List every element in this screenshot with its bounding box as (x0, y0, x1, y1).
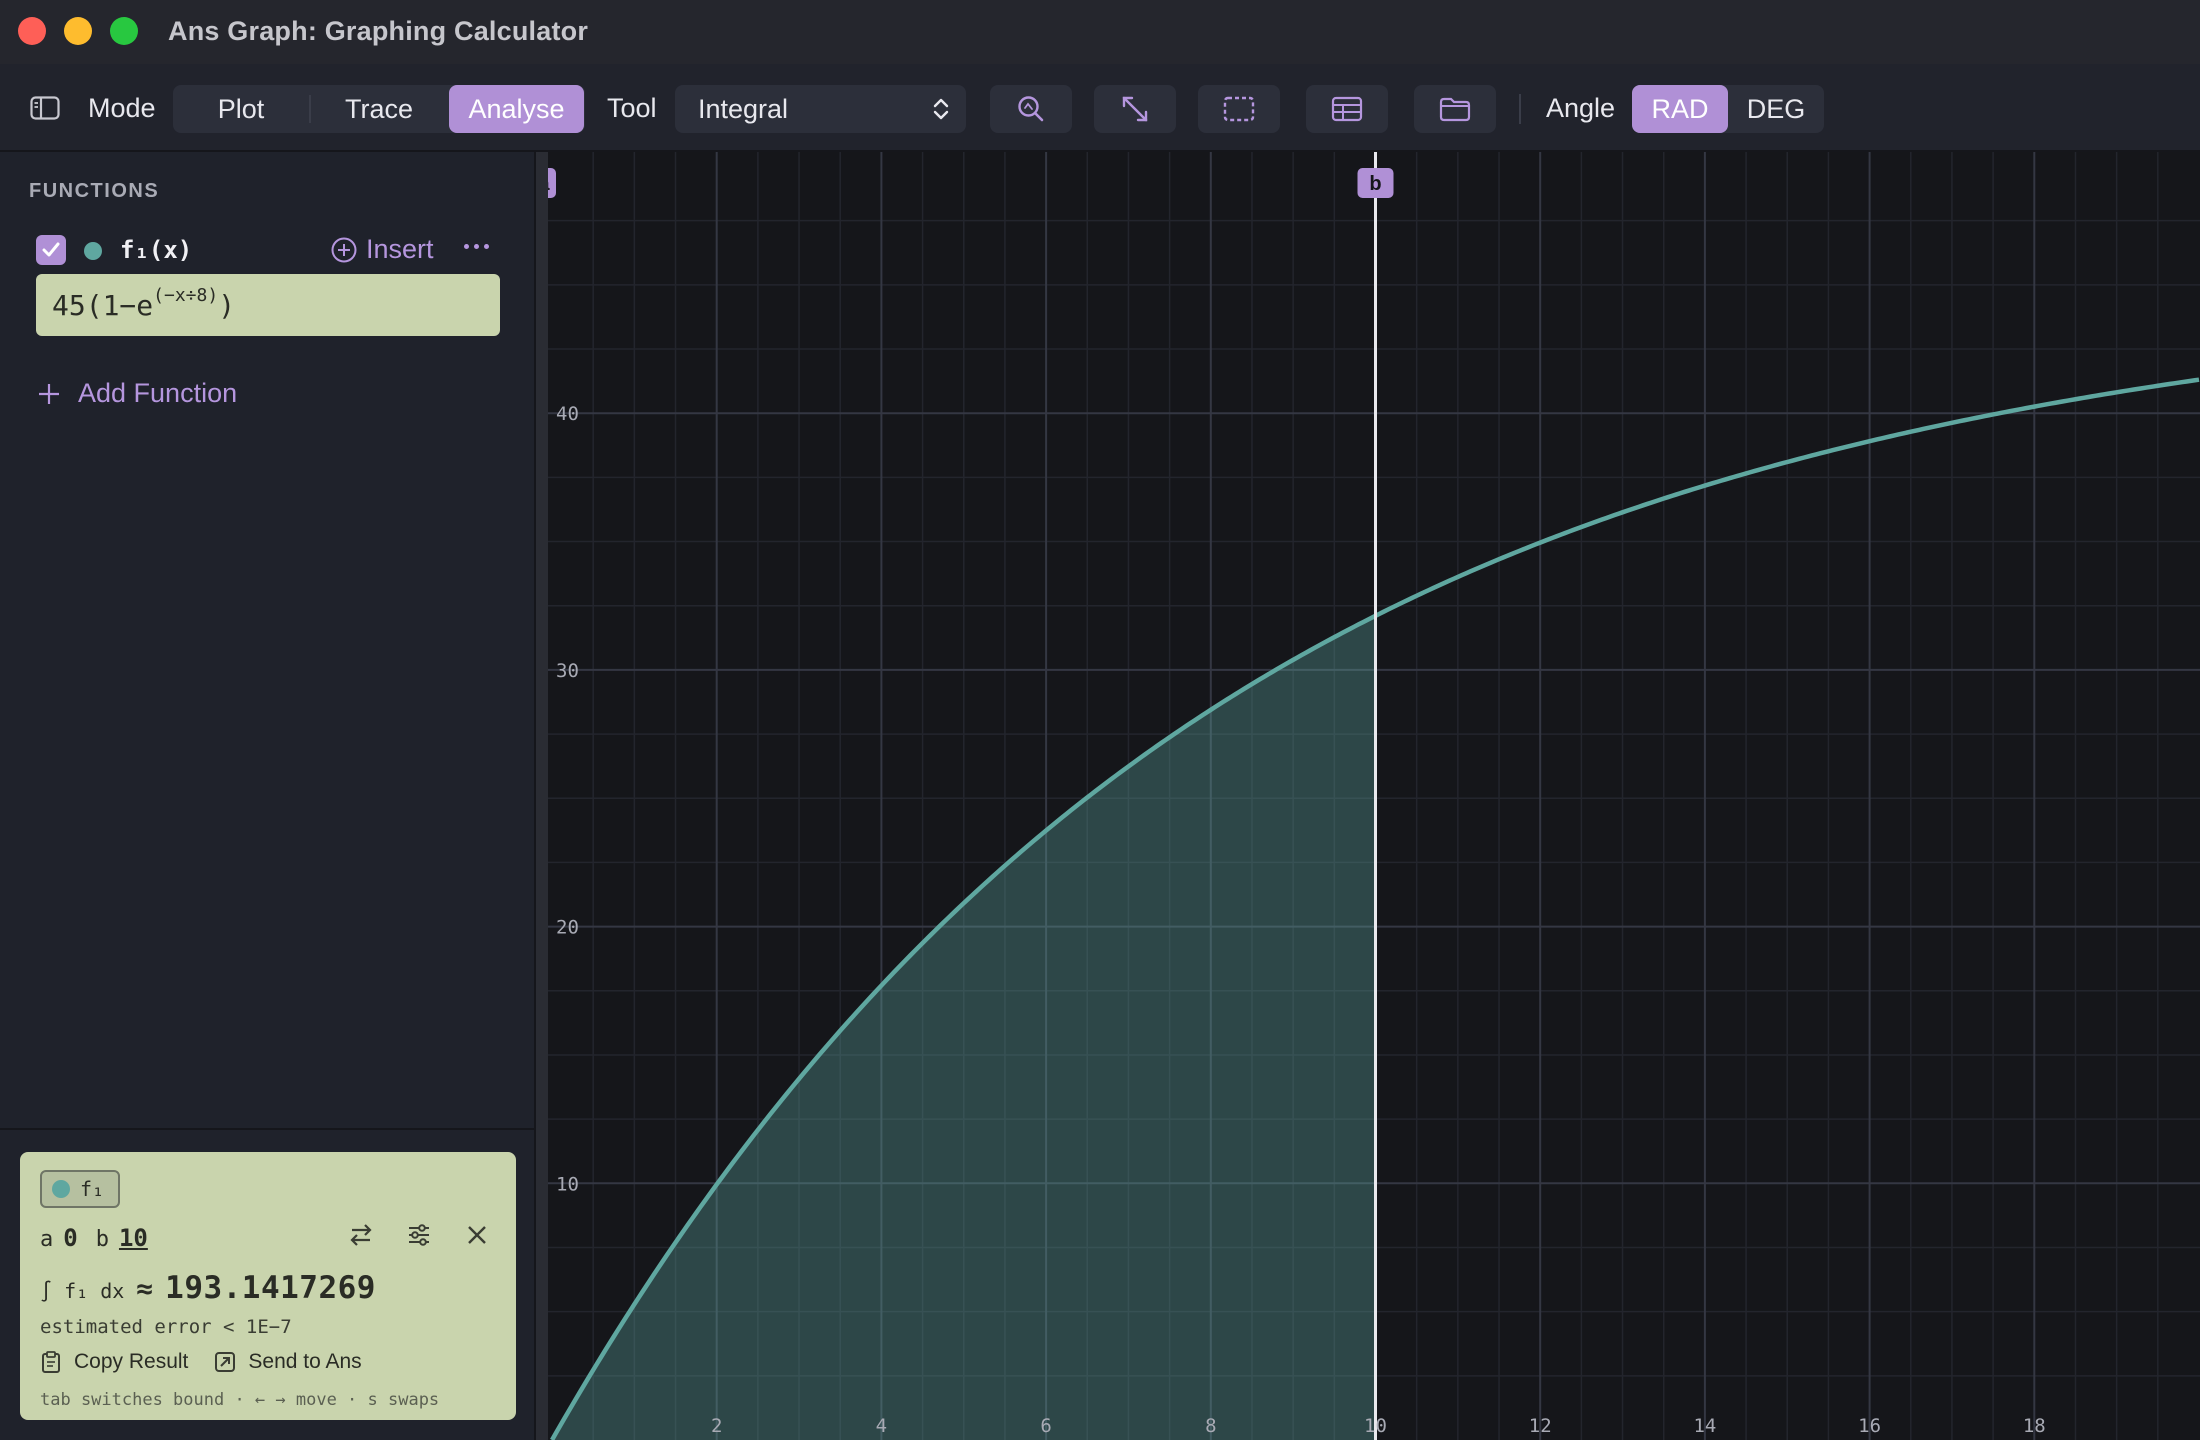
functions-section-title: FUNCTIONS (29, 180, 160, 202)
tool-select[interactable]: Integral (675, 85, 966, 133)
zoom-button[interactable] (990, 85, 1072, 133)
angle-rad-button[interactable]: RAD (1632, 85, 1728, 133)
selection-button[interactable] (1198, 85, 1280, 133)
close-window-button[interactable] (18, 17, 46, 45)
app-window: Ans Graph: Graphing Calculator Mode Plot… (0, 0, 2200, 1440)
fit-view-icon (1122, 96, 1148, 122)
chevron-updown-icon (933, 98, 949, 120)
x-tick-label: 8 (1205, 1415, 1216, 1437)
bound-a-value[interactable]: 0 (63, 1224, 77, 1252)
zoom-icon (1018, 96, 1044, 122)
keyboard-hint: tab switches bound · ← → move · s swaps (40, 1390, 440, 1410)
function-name: f₁(x) (120, 236, 193, 264)
window-title: Ans Graph: Graphing Calculator (168, 16, 589, 46)
sidebar-divider-line (0, 1128, 536, 1130)
add-function-label: Add Function (78, 378, 238, 408)
x-tick-label: 12 (1529, 1415, 1552, 1437)
estimated-error: estimated error < 1E−7 (40, 1316, 292, 1338)
mode-label: Mode (88, 92, 156, 123)
tool-label: Tool (607, 92, 657, 123)
send-arrow-icon (215, 1352, 236, 1372)
x-tick-label: 2 (711, 1415, 722, 1437)
bound-a-label: a (40, 1227, 54, 1252)
swap-bounds-icon[interactable] (348, 1222, 374, 1248)
angle-label: Angle (1546, 92, 1616, 123)
insert-button[interactable]: Insert (330, 234, 434, 265)
send-to-ans-label: Send to Ans (248, 1350, 362, 1373)
function-expression-input[interactable]: 45(1−e (−x÷8)) (36, 274, 500, 336)
mode-plot-button[interactable]: Plot (181, 85, 301, 133)
copy-result-label: Copy Result (74, 1350, 189, 1373)
plus-circle-icon (331, 237, 357, 262)
y-tick-label: 10 (556, 1173, 579, 1195)
bound-b-marker-label: b (1369, 173, 1381, 195)
send-to-ans-button[interactable]: Send to Ans (214, 1350, 362, 1374)
clipboard-icon (42, 1351, 60, 1373)
more-options-icon[interactable] (464, 244, 489, 249)
close-icon[interactable] (464, 1222, 490, 1248)
bound-b-label: b (95, 1227, 109, 1252)
result-actions: Copy Result Send to Ans (40, 1350, 376, 1374)
segment-divider (309, 95, 311, 123)
expression-main: 45(1−e (52, 288, 154, 322)
function-row: f₁(x) Insert (36, 232, 506, 268)
copy-result-button[interactable]: Copy Result (40, 1350, 188, 1374)
expression-exponent: (−x÷8) (153, 284, 219, 306)
x-tick-label: 10 (1364, 1415, 1387, 1437)
mode-analyse-button[interactable]: Analyse (449, 85, 584, 133)
integral-value: 193.1417269 (165, 1270, 376, 1306)
angle-deg-button[interactable]: DEG (1728, 85, 1824, 133)
y-tick-label: 20 (556, 917, 579, 939)
settings-sliders-icon[interactable] (406, 1222, 432, 1248)
maximize-window-button[interactable] (110, 17, 138, 45)
mode-trace-button[interactable]: Trace (319, 85, 439, 133)
function-chip-label: f₁ (80, 1177, 105, 1201)
toolbar: Mode Plot Trace Analyse Tool Integral An… (0, 64, 2200, 152)
y-tick-label: 30 (556, 660, 579, 682)
x-tick-label: 16 (1858, 1415, 1881, 1437)
folder-icon (1439, 97, 1471, 122)
checkmark-icon (42, 242, 60, 257)
insert-label: Insert (366, 234, 434, 264)
integral-expression: ∫ f₁ dx (40, 1279, 125, 1303)
approx-symbol: ≈ (136, 1272, 154, 1305)
x-tick-label: 18 (2023, 1415, 2046, 1437)
selection-icon (1223, 96, 1255, 122)
add-function-button[interactable]: Add Function (36, 378, 237, 409)
x-tick-label: 14 (1693, 1415, 1716, 1437)
integral-result-card: f₁ a 0 b 10 ∫ f₁ dx ≈ 193.1417269 estima… (20, 1152, 516, 1420)
table-icon (1331, 96, 1363, 122)
folder-button[interactable] (1414, 85, 1496, 133)
functions-sidebar: FUNCTIONS f₁(x) Insert 45(1−e (−x÷8)) Add… (0, 152, 536, 1440)
function-chip[interactable]: f₁ (40, 1170, 120, 1208)
sidebar-toggle-icon[interactable] (28, 94, 62, 122)
integral-result-row: ∫ f₁ dx ≈ 193.1417269 (40, 1270, 376, 1306)
x-tick-label: 4 (876, 1415, 887, 1437)
graph-plot[interactable]: ab2468101214161810203040 (548, 152, 2200, 1440)
table-button[interactable] (1306, 85, 1388, 133)
title-bar: Ans Graph: Graphing Calculator (0, 0, 2200, 64)
sidebar-resize-handle[interactable] (536, 152, 548, 1440)
function-color-dot (52, 1180, 70, 1198)
y-tick-label: 40 (556, 403, 579, 425)
minimize-window-button[interactable] (64, 17, 92, 45)
function-color-swatch[interactable] (84, 242, 102, 260)
fit-view-button[interactable] (1094, 85, 1176, 133)
expression-close: ) (218, 288, 236, 322)
bound-b-value[interactable]: 10 (119, 1224, 148, 1252)
x-tick-label: 6 (1040, 1415, 1051, 1437)
function-visibility-checkbox[interactable] (36, 235, 66, 265)
plus-icon (39, 383, 59, 404)
tool-select-value: Integral (698, 93, 789, 124)
graph-canvas[interactable]: ab2468101214161810203040 (548, 152, 2200, 1440)
bounds-row: a 0 b 10 (40, 1224, 148, 1252)
toolbar-separator (1519, 94, 1521, 124)
